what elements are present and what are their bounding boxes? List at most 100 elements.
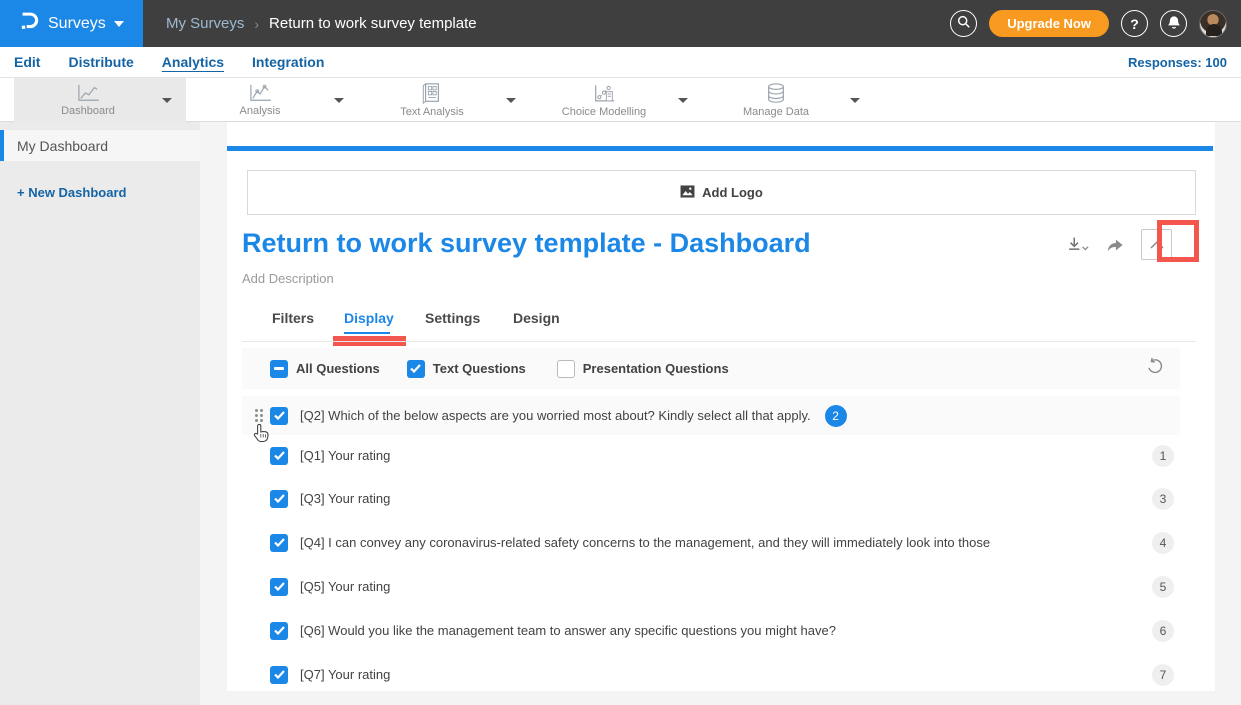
help-button[interactable]: ? [1121, 10, 1148, 37]
filter-label[interactable]: All Questions [296, 361, 380, 376]
tool-analysis[interactable]: Analysis [186, 78, 358, 122]
question-text: [Q2] Which of the below aspects are you … [300, 408, 811, 423]
question-order-badge: 3 [1152, 488, 1174, 510]
tool-label: Dashboard [61, 105, 115, 117]
chevron-down-icon[interactable] [850, 98, 860, 103]
user-avatar[interactable] [1199, 10, 1227, 38]
header-actions: Upgrade Now ? [950, 0, 1227, 47]
question-text: [Q3] Your rating [300, 491, 390, 506]
bottom-strip [200, 691, 1241, 705]
download-button[interactable] [1065, 235, 1089, 255]
question-checkbox[interactable] [270, 447, 288, 465]
nav-edit[interactable]: Edit [14, 54, 40, 70]
survey-nav: Edit Distribute Analytics Integration Re… [0, 47, 1241, 78]
breadcrumb-separator: › [254, 16, 259, 32]
refresh-icon [1146, 357, 1164, 375]
chevron-down-icon[interactable] [506, 98, 516, 103]
responses-count[interactable]: Responses: 100 [1128, 55, 1227, 70]
tool-text-analysis[interactable]: Text Analysis [358, 78, 530, 122]
chevron-down-icon[interactable] [678, 98, 688, 103]
all-questions-checkbox[interactable] [270, 360, 288, 378]
question-checkbox[interactable] [270, 534, 288, 552]
questionpro-logo-icon [18, 9, 40, 38]
question-row[interactable]: [Q1] Your rating 1 [242, 436, 1180, 475]
upgrade-now-button[interactable]: Upgrade Now [989, 10, 1109, 37]
question-order-badge: 2 [825, 405, 847, 427]
trend-chart-icon [247, 83, 273, 103]
add-logo-button[interactable]: Add Logo [247, 170, 1196, 215]
filter-all-questions: All Questions [270, 360, 380, 378]
question-order-badge: 1 [1152, 445, 1174, 467]
tool-dashboard[interactable]: Dashboard [14, 78, 186, 122]
tab-filters[interactable]: Filters [272, 310, 314, 326]
question-text: [Q6] Would you like the management team … [300, 623, 836, 638]
share-button[interactable] [1105, 236, 1125, 254]
scatter-chart-icon [592, 83, 616, 104]
active-tab-underline [344, 332, 390, 334]
new-dashboard-button[interactable]: + New Dashboard [17, 185, 200, 200]
add-logo-label: Add Logo [702, 185, 763, 200]
question-order-badge: 6 [1152, 620, 1174, 642]
title-actions [1065, 229, 1172, 260]
nav-distribute[interactable]: Distribute [68, 54, 133, 70]
question-order-badge: 7 [1152, 664, 1174, 686]
chevron-down-icon[interactable] [162, 98, 172, 103]
question-order-badge: 5 [1152, 576, 1174, 598]
chevron-down-icon [114, 21, 124, 27]
top-header-bar: Surveys My Surveys › Return to work surv… [0, 0, 1241, 47]
notifications-button[interactable] [1160, 10, 1187, 37]
question-checkbox[interactable] [270, 666, 288, 684]
question-row[interactable]: [Q2] Which of the below aspects are you … [242, 396, 1180, 435]
search-button[interactable] [950, 10, 977, 37]
question-row[interactable]: [Q5] Your rating 5 [242, 567, 1180, 606]
question-checkbox[interactable] [270, 578, 288, 596]
question-row[interactable]: [Q4] I can convey any coronavirus-relate… [242, 523, 1180, 562]
app-switcher[interactable]: Surveys [0, 0, 143, 47]
question-text: [Q7] Your rating [300, 667, 390, 682]
question-checkbox[interactable] [270, 622, 288, 640]
tab-display[interactable]: Display [344, 310, 394, 326]
tool-choice-modelling[interactable]: Choice Modelling [530, 78, 702, 122]
filter-label[interactable]: Text Questions [433, 361, 526, 376]
question-mark-icon: ? [1130, 16, 1139, 32]
presentation-questions-checkbox[interactable] [557, 360, 575, 378]
app-window: Surveys My Surveys › Return to work surv… [0, 0, 1241, 705]
breadcrumb: My Surveys › Return to work survey templ… [166, 0, 477, 47]
question-text: [Q1] Your rating [300, 448, 390, 463]
database-icon [765, 82, 787, 104]
question-order-badge: 4 [1152, 532, 1174, 554]
dashboard-sidebar: My Dashboard + New Dashboard [0, 122, 200, 705]
dashboard-card: Add Logo Return to work survey template … [227, 122, 1215, 691]
question-checkbox[interactable] [270, 407, 288, 425]
nav-analytics[interactable]: Analytics [162, 54, 224, 70]
filter-label[interactable]: Presentation Questions [583, 361, 729, 376]
search-icon [957, 15, 971, 32]
main-content: Add Logo Return to work survey template … [200, 122, 1241, 705]
tool-label: Text Analysis [400, 106, 464, 118]
add-description[interactable]: Add Description [242, 271, 334, 286]
card-top-accent [227, 146, 1213, 151]
tab-design[interactable]: Design [513, 310, 560, 326]
reset-order-button[interactable] [1146, 357, 1164, 380]
dashboard-title[interactable]: Return to work survey template - Dashboa… [242, 228, 811, 259]
question-row[interactable]: [Q7] Your rating 7 [242, 655, 1180, 691]
drag-handle-icon[interactable] [255, 409, 263, 422]
bell-icon [1167, 15, 1181, 33]
question-row[interactable]: [Q6] Would you like the management team … [242, 611, 1180, 650]
question-row[interactable]: [Q3] Your rating 3 [242, 479, 1180, 518]
sidebar-item-label: My Dashboard [17, 138, 108, 154]
nav-integration[interactable]: Integration [252, 54, 324, 70]
chevron-down-icon[interactable] [334, 98, 344, 103]
text-questions-checkbox[interactable] [407, 360, 425, 378]
breadcrumb-my-surveys[interactable]: My Surveys [166, 15, 244, 32]
question-text: [Q5] Your rating [300, 579, 390, 594]
chevron-up-icon [1150, 240, 1164, 249]
sidebar-item-my-dashboard[interactable]: My Dashboard [0, 130, 200, 161]
question-checkbox[interactable] [270, 490, 288, 508]
line-chart-icon [75, 83, 101, 103]
tool-manage-data[interactable]: Manage Data [702, 78, 874, 122]
collapse-button[interactable] [1141, 229, 1172, 260]
question-filter-row: All Questions Text Questions Presentatio… [242, 348, 1180, 389]
tab-divider [242, 341, 1196, 342]
tab-settings[interactable]: Settings [425, 310, 480, 326]
